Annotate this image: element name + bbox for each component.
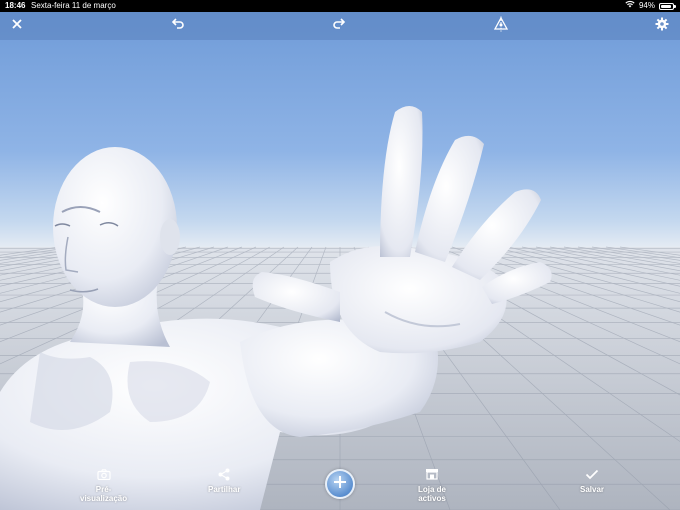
undo-button[interactable] [169,17,187,35]
status-date: Sexta-feira 11 de março [31,1,116,10]
save-button[interactable]: Salvar [580,466,604,494]
preview-label-line1: Pré- [95,485,112,494]
asset-store-label-line2: activos [418,494,446,503]
undo-icon [171,17,185,35]
gear-icon [655,17,669,36]
status-time: 18:46 [5,1,26,10]
redo-button[interactable] [330,17,348,35]
wifi-icon [625,0,635,12]
asset-store-label-line1: Loja de [418,485,447,494]
battery-icon [659,2,676,10]
symmetry-button[interactable] [492,16,510,37]
mirror-symmetry-icon [493,16,509,37]
status-bar: 18:46 Sexta-feira 11 de março 94% [0,0,680,12]
preview-label-line2: visualização [80,494,128,503]
status-right: 94% [625,0,676,12]
add-button[interactable] [325,469,355,499]
sculpt-viewport[interactable] [0,12,680,510]
top-toolbar [0,12,680,40]
battery-percent: 94% [638,1,655,10]
share-icon [216,466,232,482]
share-label: Partilhar [208,485,241,494]
plus-icon [333,475,347,494]
close-icon [11,17,23,35]
camera-icon [96,466,112,482]
preview-button[interactable]: Pré- visualização [80,466,127,503]
store-icon [424,466,440,482]
checkmark-icon [584,466,600,482]
settings-button[interactable] [653,17,671,35]
asset-store-button[interactable]: Loja de activos [418,466,446,503]
share-button[interactable]: Partilhar [208,466,240,494]
redo-icon [332,17,346,35]
close-button[interactable] [8,17,26,35]
save-label: Salvar [580,485,605,494]
scene-render [0,106,680,510]
